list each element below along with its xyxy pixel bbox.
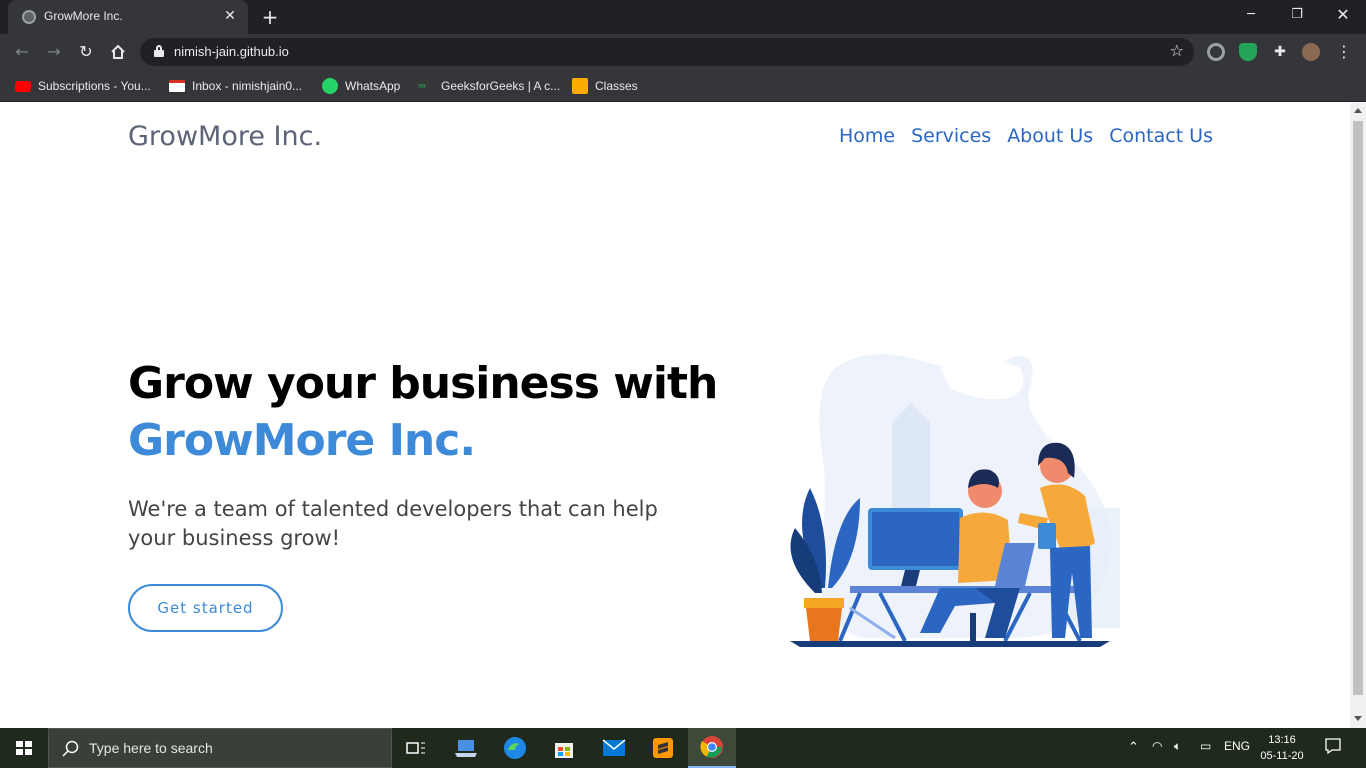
- close-tab-icon[interactable]: ✕: [220, 6, 240, 26]
- hero-title-brand: GrowMore Inc.: [128, 415, 476, 466]
- bookmark-whatsapp[interactable]: WhatsApp: [322, 77, 400, 95]
- wifi-icon[interactable]: ◠: [1152, 739, 1162, 753]
- site-nav: Home Services About Us Contact Us: [839, 125, 1213, 147]
- tab-title: GrowMore Inc.: [44, 9, 123, 23]
- shield-extension-icon[interactable]: [1239, 43, 1257, 61]
- clock-date: 05-11-20: [1260, 750, 1304, 762]
- minimize-icon[interactable]: ─: [1228, 0, 1274, 30]
- show-hidden-icons[interactable]: ⌃: [1128, 739, 1139, 755]
- scroll-up-icon[interactable]: [1354, 108, 1362, 113]
- lock-icon: [154, 45, 164, 57]
- nav-contact-us[interactable]: Contact Us: [1109, 125, 1213, 147]
- mail-icon[interactable]: [590, 728, 638, 768]
- classroom-icon: [572, 78, 588, 94]
- notifications-icon[interactable]: [1324, 737, 1342, 758]
- close-window-icon[interactable]: ✕: [1320, 0, 1366, 30]
- browser-tab[interactable]: GrowMore Inc. ✕: [8, 0, 248, 34]
- hero-subtitle: We're a team of talented developers that…: [128, 497, 658, 550]
- store-icon[interactable]: [540, 728, 588, 768]
- windows-taskbar: Type here to search ⌃ ◠ 🔈︎ ▭ ENG 13:16 0…: [0, 728, 1366, 768]
- system-clock[interactable]: 13:16 05-11-20: [1256, 732, 1308, 764]
- bookmark-label: Classes: [595, 79, 638, 93]
- sublime-text-icon[interactable]: [639, 728, 687, 768]
- hero-title-line1: Grow your business with: [128, 358, 718, 409]
- language-indicator[interactable]: ENG: [1224, 739, 1250, 753]
- bookmarks-bar: Subscriptions - You... Inbox - nimishjai…: [0, 70, 1366, 102]
- web-page: GrowMore Inc. Home Services About Us Con…: [0, 103, 1350, 728]
- hero-title: Grow your business with GrowMore Inc.: [128, 355, 718, 469]
- scroll-down-icon[interactable]: [1354, 716, 1362, 721]
- back-icon[interactable]: ←: [9, 39, 35, 65]
- chrome-icon[interactable]: [688, 728, 736, 768]
- bookmark-inbox[interactable]: Inbox - nimishjain0...: [169, 77, 302, 95]
- browser-toolbar: ← → ↻ nimish-jain.github.io ☆ ✚ ⋮: [0, 34, 1366, 70]
- nav-about-us[interactable]: About Us: [1007, 125, 1093, 147]
- bookmark-label: Subscriptions - You...: [38, 79, 151, 93]
- geeksforgeeks-icon: ∞: [418, 80, 426, 92]
- edge-browser-icon[interactable]: [491, 728, 539, 768]
- get-started-button[interactable]: Get started: [128, 584, 283, 632]
- battery-icon[interactable]: ▭: [1200, 739, 1211, 753]
- gmail-icon: [169, 80, 185, 92]
- extension-icon[interactable]: [1207, 43, 1225, 61]
- bookmark-subscriptions[interactable]: Subscriptions - You...: [15, 77, 151, 95]
- address-bar[interactable]: nimish-jain.github.io ☆: [140, 38, 1194, 66]
- page-scrollbar[interactable]: [1350, 103, 1366, 728]
- whatsapp-icon: [322, 78, 338, 94]
- site-logo[interactable]: GrowMore Inc.: [128, 121, 322, 152]
- task-view-icon[interactable]: [392, 728, 440, 768]
- bookmark-star-icon[interactable]: ☆: [1170, 41, 1184, 60]
- restore-icon[interactable]: ❐: [1274, 0, 1320, 30]
- bookmark-label: WhatsApp: [345, 79, 401, 93]
- nav-services[interactable]: Services: [911, 125, 991, 147]
- laptop-app-icon[interactable]: [442, 728, 490, 768]
- bookmark-label: GeeksforGeeks | A c...: [441, 79, 561, 93]
- home-icon[interactable]: [105, 39, 131, 65]
- windows-start-icon[interactable]: [0, 728, 48, 768]
- forward-icon[interactable]: →: [41, 39, 67, 65]
- profile-avatar[interactable]: [1302, 43, 1320, 61]
- scrollbar-thumb[interactable]: [1353, 121, 1363, 695]
- clock-time: 13:16: [1268, 734, 1296, 746]
- search-icon: [62, 740, 79, 757]
- volume-icon[interactable]: 🔈︎: [1174, 739, 1181, 754]
- taskbar-search[interactable]: Type here to search: [48, 728, 392, 768]
- youtube-icon: [15, 80, 31, 92]
- new-tab-button[interactable]: +: [258, 5, 282, 29]
- menu-icon[interactable]: ⋮: [1335, 43, 1353, 61]
- search-placeholder: Type here to search: [89, 740, 213, 756]
- globe-icon: [22, 10, 36, 24]
- reload-icon[interactable]: ↻: [73, 39, 99, 65]
- browser-tab-bar: GrowMore Inc. ✕ + ─ ❐ ✕: [0, 0, 1366, 34]
- bookmark-label: Inbox - nimishjain0...: [192, 79, 303, 93]
- extensions-puzzle-icon[interactable]: ✚: [1271, 43, 1289, 61]
- team-working-illustration: [790, 354, 1120, 647]
- nav-home[interactable]: Home: [839, 125, 895, 147]
- url-text: nimish-jain.github.io: [174, 44, 289, 59]
- bookmark-geeksforgeeks[interactable]: ∞ GeeksforGeeks | A c...: [418, 77, 560, 95]
- bookmark-classes[interactable]: Classes: [572, 77, 638, 95]
